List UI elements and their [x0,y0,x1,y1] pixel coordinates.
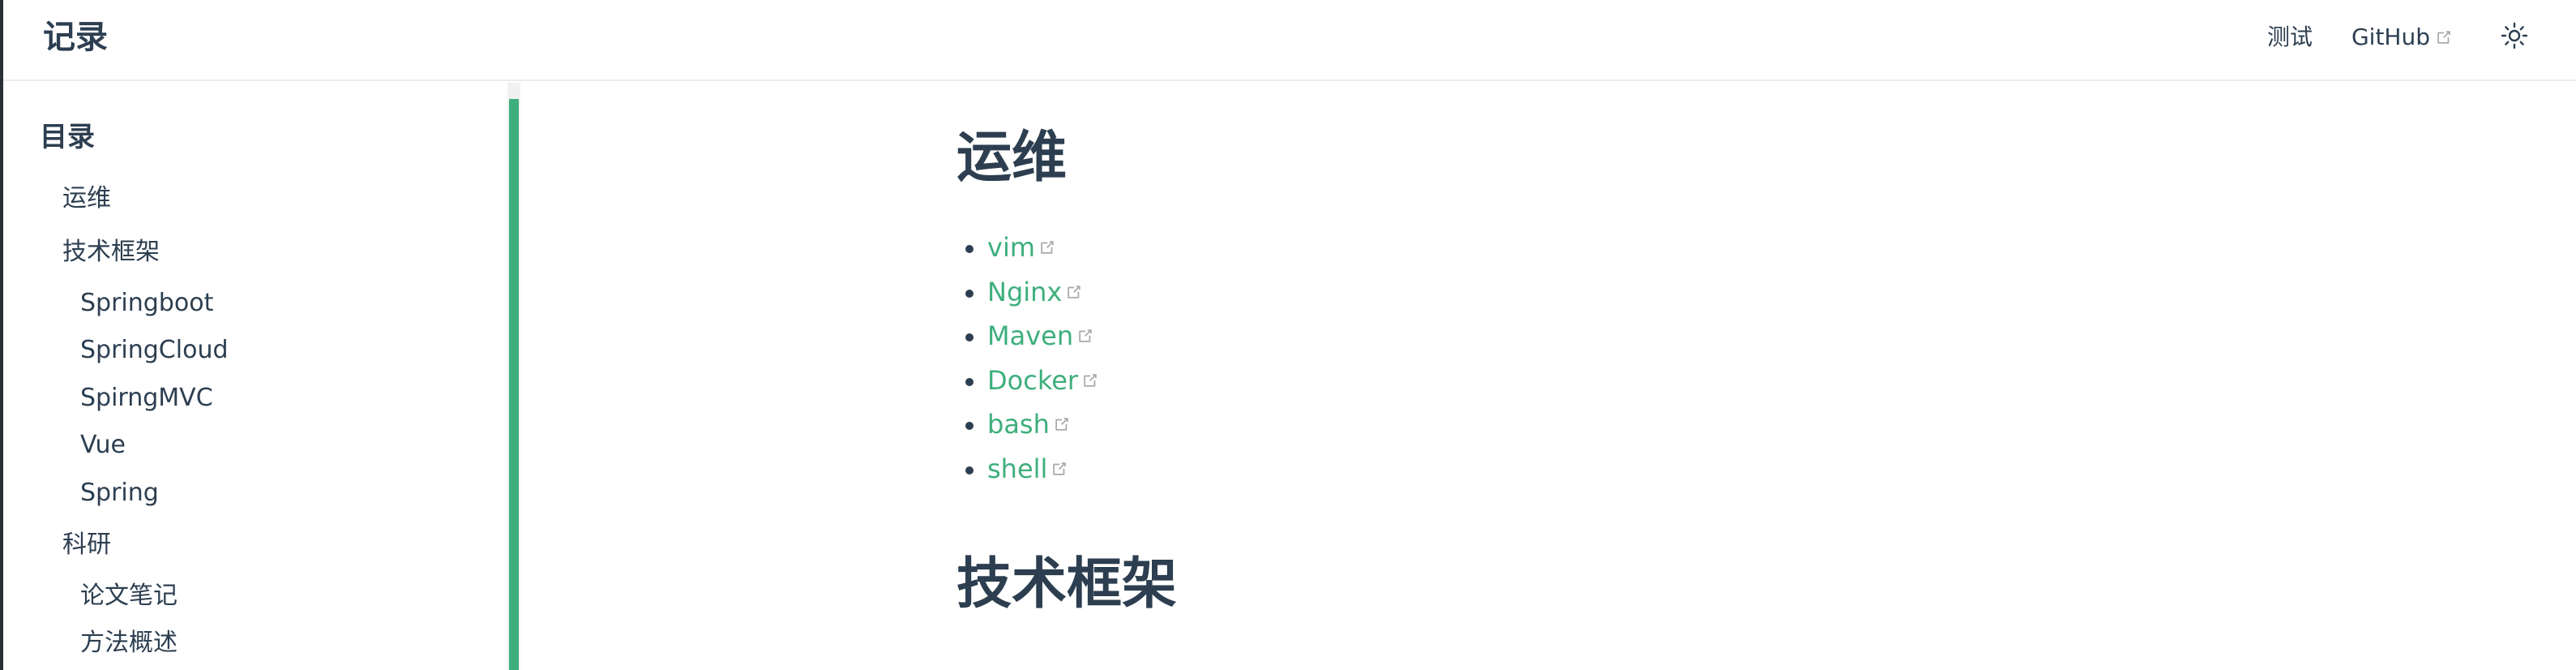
nav-link-github-label: GitHub [2351,24,2430,50]
bullet [965,466,973,475]
sidebar-item-springboot[interactable]: Springboot [80,286,213,321]
sidebar-item-research[interactable]: 科研 [62,527,111,563]
sun-icon [2501,22,2528,53]
bullet [965,245,973,253]
external-link-icon [1076,327,1094,345]
ops-link-list: vim Nginx Maven Docker bash shell [958,225,1099,491]
site-title[interactable]: 记录 [43,13,108,62]
nav-links: 测试 GitHub [2267,19,2531,55]
sidebar-item-ops[interactable]: 运维 [62,181,111,217]
list-item: bash [958,402,1099,447]
section-heading-ops: 运维 [956,126,1068,190]
bullet [965,333,973,341]
list-item: shell [958,447,1099,492]
external-link-icon [1065,283,1083,301]
sidebar-item-vue[interactable]: Vue [80,427,126,463]
sidebar-heading: 目录 [40,121,95,153]
sidebar-scrollbar-thumb[interactable] [509,99,519,670]
external-link-icon [1081,372,1099,389]
list-item: Maven [958,314,1099,359]
link-vim[interactable]: vim [987,230,1035,265]
nav-link-github[interactable]: GitHub [2351,19,2453,55]
link-bash[interactable]: bash [987,406,1050,442]
sidebar-item-method-overview[interactable]: 方法概述 [80,625,178,661]
section-heading-frameworks: 技术框架 [956,552,1178,616]
external-link-icon [1038,238,1056,256]
sidebar-item-frameworks[interactable]: 技术框架 [62,234,160,270]
nav-link-test[interactable]: 测试 [2267,19,2313,55]
bullet [965,422,973,430]
link-maven[interactable]: Maven [987,318,1073,354]
link-shell[interactable]: shell [987,451,1047,487]
page: 记录 测试 GitHub 目录 运维 技术框架 Springboot Sprin… [0,0,2576,670]
bullet [965,289,973,298]
sidebar-item-springcloud[interactable]: SpringCloud [80,333,229,368]
sidebar [3,83,507,670]
list-item: Nginx [958,270,1099,315]
theme-toggle-button[interactable] [2498,21,2531,54]
list-item: Docker [958,359,1099,403]
nav-link-test-label: 测试 [2266,24,2313,50]
list-item: vim [958,225,1099,270]
sidebar-item-spring[interactable]: Spring [80,475,159,511]
external-link-icon [2435,28,2453,46]
sidebar-item-springmvc[interactable]: SpirngMVC [80,380,213,416]
external-link-icon [1051,460,1068,478]
bullet [965,377,973,386]
sidebar-item-paper-notes[interactable]: 论文笔记 [80,578,178,614]
external-link-icon [1053,415,1071,433]
link-nginx[interactable]: Nginx [987,274,1062,310]
top-navbar: 记录 测试 GitHub [3,0,2576,81]
link-docker[interactable]: Docker [987,363,1078,398]
